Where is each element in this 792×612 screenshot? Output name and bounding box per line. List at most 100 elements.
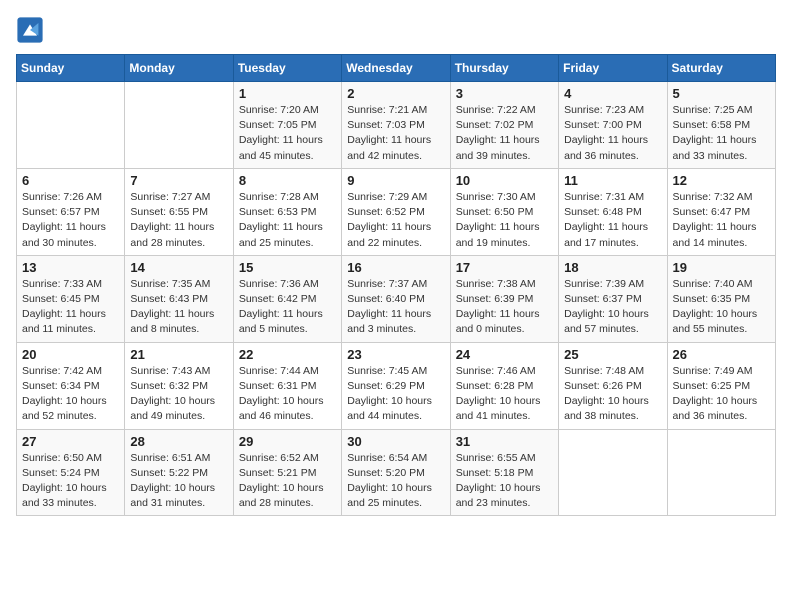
day-info: Sunrise: 7:30 AM Sunset: 6:50 PM Dayligh… <box>456 190 553 251</box>
calendar-cell: 21 Sunrise: 7:43 AM Sunset: 6:32 PM Dayli… <box>125 342 233 429</box>
calendar-week-row: 6Sunrise: 7:26 AM Sunset: 6:57 PM Daylig… <box>17 168 776 255</box>
weekday-header-wednesday: Wednesday <box>342 55 450 82</box>
day-info: Sunrise: 6:52 AM Sunset: 5:21 PM Dayligh… <box>239 451 336 512</box>
calendar-cell: 10 Sunrise: 7:30 AM Sunset: 6:50 PM Dayli… <box>450 168 558 255</box>
calendar-cell: 7 Sunrise: 7:27 AM Sunset: 6:55 PM Daylig… <box>125 168 233 255</box>
calendar-cell: 24 Sunrise: 7:46 AM Sunset: 6:28 PM Dayli… <box>450 342 558 429</box>
weekday-header-row: SundayMondayTuesdayWednesdayThursdayFrid… <box>17 55 776 82</box>
weekday-header-tuesday: Tuesday <box>233 55 341 82</box>
day-info: Sunrise: 7:40 AM Sunset: 6:35 PM Dayligh… <box>673 277 770 338</box>
day-number: 8 <box>239 173 336 188</box>
day-info: Sunrise: 7:27 AM Sunset: 6:55 PM Dayligh… <box>130 190 227 251</box>
day-number: 18 <box>564 260 661 275</box>
calendar-cell <box>559 429 667 516</box>
calendar-cell: 2Sunrise: 7:21 AM Sunset: 7:03 PM Daylig… <box>342 82 450 169</box>
calendar-cell: 30Sunrise: 6:54 AM Sunset: 5:20 PM Dayli… <box>342 429 450 516</box>
calendar-cell: 6Sunrise: 7:26 AM Sunset: 6:57 PM Daylig… <box>17 168 125 255</box>
day-info: Sunrise: 7:29 AM Sunset: 6:52 PM Dayligh… <box>347 190 444 251</box>
day-info: Sunrise: 7:36 AM Sunset: 6:42 PM Dayligh… <box>239 277 336 338</box>
day-info: Sunrise: 6:54 AM Sunset: 5:20 PM Dayligh… <box>347 451 444 512</box>
day-info: Sunrise: 7:44 AM Sunset: 6:31 PM Dayligh… <box>239 364 336 425</box>
day-number: 26 <box>673 347 770 362</box>
calendar-cell: 22 Sunrise: 7:44 AM Sunset: 6:31 PM Dayli… <box>233 342 341 429</box>
calendar-cell: 16 Sunrise: 7:37 AM Sunset: 6:40 PM Dayli… <box>342 255 450 342</box>
day-info: Sunrise: 7:37 AM Sunset: 6:40 PM Dayligh… <box>347 277 444 338</box>
calendar-cell: 17 Sunrise: 7:38 AM Sunset: 6:39 PM Dayli… <box>450 255 558 342</box>
day-info: Sunrise: 7:22 AM Sunset: 7:02 PM Dayligh… <box>456 103 553 164</box>
day-number: 12 <box>673 173 770 188</box>
calendar-cell: 29 Sunrise: 6:52 AM Sunset: 5:21 PM Dayli… <box>233 429 341 516</box>
day-info: Sunrise: 7:23 AM Sunset: 7:00 PM Dayligh… <box>564 103 661 164</box>
calendar-table: SundayMondayTuesdayWednesdayThursdayFrid… <box>16 54 776 516</box>
page-header <box>16 16 776 44</box>
day-number: 1 <box>239 86 336 101</box>
day-info: Sunrise: 7:21 AM Sunset: 7:03 PM Dayligh… <box>347 103 444 164</box>
calendar-cell: 15 Sunrise: 7:36 AM Sunset: 6:42 PM Dayli… <box>233 255 341 342</box>
weekday-header-sunday: Sunday <box>17 55 125 82</box>
day-info: Sunrise: 7:20 AM Sunset: 7:05 PM Dayligh… <box>239 103 336 164</box>
calendar-cell: 5 Sunrise: 7:25 AM Sunset: 6:58 PM Daylig… <box>667 82 775 169</box>
day-info: Sunrise: 7:42 AM Sunset: 6:34 PM Dayligh… <box>22 364 119 425</box>
day-number: 6 <box>22 173 119 188</box>
day-number: 31 <box>456 434 553 449</box>
calendar-week-row: 20 Sunrise: 7:42 AM Sunset: 6:34 PM Dayli… <box>17 342 776 429</box>
calendar-cell: 8 Sunrise: 7:28 AM Sunset: 6:53 PM Daylig… <box>233 168 341 255</box>
calendar-cell: 28 Sunrise: 6:51 AM Sunset: 5:22 PM Dayli… <box>125 429 233 516</box>
calendar-cell: 25 Sunrise: 7:48 AM Sunset: 6:26 PM Dayli… <box>559 342 667 429</box>
calendar-cell <box>17 82 125 169</box>
calendar-cell: 31Sunrise: 6:55 AM Sunset: 5:18 PM Dayli… <box>450 429 558 516</box>
calendar-cell: 14 Sunrise: 7:35 AM Sunset: 6:43 PM Dayli… <box>125 255 233 342</box>
day-number: 21 <box>130 347 227 362</box>
weekday-header-saturday: Saturday <box>667 55 775 82</box>
calendar-week-row: 27 Sunrise: 6:50 AM Sunset: 5:24 PM Dayli… <box>17 429 776 516</box>
calendar-cell: 9 Sunrise: 7:29 AM Sunset: 6:52 PM Daylig… <box>342 168 450 255</box>
day-number: 14 <box>130 260 227 275</box>
weekday-header-friday: Friday <box>559 55 667 82</box>
calendar-cell: 13 Sunrise: 7:33 AM Sunset: 6:45 PM Dayli… <box>17 255 125 342</box>
day-info: Sunrise: 7:25 AM Sunset: 6:58 PM Dayligh… <box>673 103 770 164</box>
day-number: 15 <box>239 260 336 275</box>
day-info: Sunrise: 7:33 AM Sunset: 6:45 PM Dayligh… <box>22 277 119 338</box>
calendar-cell: 19 Sunrise: 7:40 AM Sunset: 6:35 PM Dayli… <box>667 255 775 342</box>
day-number: 9 <box>347 173 444 188</box>
day-number: 19 <box>673 260 770 275</box>
day-number: 27 <box>22 434 119 449</box>
day-number: 23 <box>347 347 444 362</box>
day-info: Sunrise: 7:43 AM Sunset: 6:32 PM Dayligh… <box>130 364 227 425</box>
day-number: 24 <box>456 347 553 362</box>
day-info: Sunrise: 7:31 AM Sunset: 6:48 PM Dayligh… <box>564 190 661 251</box>
calendar-cell: 23Sunrise: 7:45 AM Sunset: 6:29 PM Dayli… <box>342 342 450 429</box>
day-number: 3 <box>456 86 553 101</box>
day-info: Sunrise: 6:50 AM Sunset: 5:24 PM Dayligh… <box>22 451 119 512</box>
calendar-cell: 27 Sunrise: 6:50 AM Sunset: 5:24 PM Dayli… <box>17 429 125 516</box>
calendar-week-row: 13 Sunrise: 7:33 AM Sunset: 6:45 PM Dayli… <box>17 255 776 342</box>
day-number: 13 <box>22 260 119 275</box>
day-info: Sunrise: 7:35 AM Sunset: 6:43 PM Dayligh… <box>130 277 227 338</box>
day-info: Sunrise: 7:38 AM Sunset: 6:39 PM Dayligh… <box>456 277 553 338</box>
calendar-cell <box>667 429 775 516</box>
calendar-cell: 26 Sunrise: 7:49 AM Sunset: 6:25 PM Dayli… <box>667 342 775 429</box>
calendar-cell: 18 Sunrise: 7:39 AM Sunset: 6:37 PM Dayli… <box>559 255 667 342</box>
day-info: Sunrise: 7:28 AM Sunset: 6:53 PM Dayligh… <box>239 190 336 251</box>
day-info: Sunrise: 7:49 AM Sunset: 6:25 PM Dayligh… <box>673 364 770 425</box>
day-number: 28 <box>130 434 227 449</box>
day-number: 4 <box>564 86 661 101</box>
day-number: 25 <box>564 347 661 362</box>
weekday-header-thursday: Thursday <box>450 55 558 82</box>
day-info: Sunrise: 7:46 AM Sunset: 6:28 PM Dayligh… <box>456 364 553 425</box>
day-number: 20 <box>22 347 119 362</box>
calendar-cell: 20 Sunrise: 7:42 AM Sunset: 6:34 PM Dayli… <box>17 342 125 429</box>
day-info: Sunrise: 6:51 AM Sunset: 5:22 PM Dayligh… <box>130 451 227 512</box>
day-number: 5 <box>673 86 770 101</box>
day-number: 17 <box>456 260 553 275</box>
day-number: 10 <box>456 173 553 188</box>
calendar-cell: 4 Sunrise: 7:23 AM Sunset: 7:00 PM Daylig… <box>559 82 667 169</box>
day-number: 7 <box>130 173 227 188</box>
day-number: 29 <box>239 434 336 449</box>
day-info: Sunrise: 7:39 AM Sunset: 6:37 PM Dayligh… <box>564 277 661 338</box>
day-number: 22 <box>239 347 336 362</box>
calendar-cell: 3 Sunrise: 7:22 AM Sunset: 7:02 PM Daylig… <box>450 82 558 169</box>
day-info: Sunrise: 7:48 AM Sunset: 6:26 PM Dayligh… <box>564 364 661 425</box>
day-number: 16 <box>347 260 444 275</box>
day-info: Sunrise: 7:32 AM Sunset: 6:47 PM Dayligh… <box>673 190 770 251</box>
